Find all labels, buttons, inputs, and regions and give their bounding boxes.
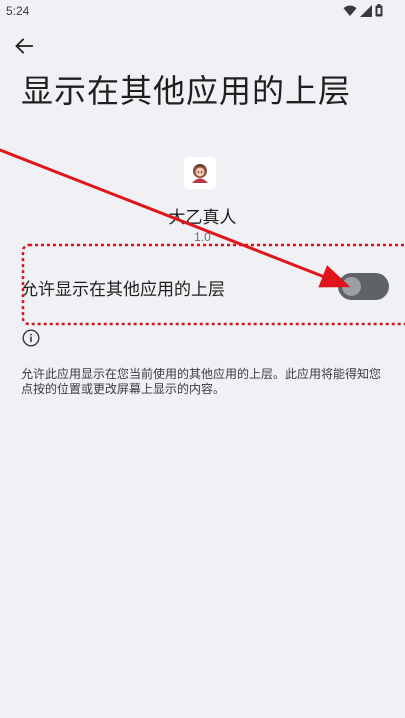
overlay-permission-label: 允许显示在其他应用的上层 (21, 280, 225, 300)
overlay-permission-row[interactable]: 允许显示在其他应用的上层 (0, 262, 405, 310)
info-icon (22, 329, 40, 347)
page-title: 显示在其他应用的上层 (21, 72, 352, 110)
app-name: 大乙真人 (168, 208, 237, 228)
overlay-permission-switch[interactable] (338, 273, 389, 300)
permission-description: 允许此应用显示在您当前使用的其他应用的上层。此应用将能得知您点按的位置或更改屏幕… (21, 367, 382, 396)
app-icon (184, 157, 216, 189)
arrow-back-icon (15, 38, 33, 58)
wifi-icon (343, 2, 357, 21)
app-version: 1.0 (194, 230, 211, 244)
status-time: 5:24 (6, 4, 30, 18)
signal-icon (360, 2, 372, 21)
status-icons (343, 2, 383, 21)
battery-icon (375, 2, 383, 21)
back-button[interactable] (10, 35, 38, 61)
switch-thumb (342, 277, 361, 296)
status-bar: 5:24 (0, 0, 405, 24)
